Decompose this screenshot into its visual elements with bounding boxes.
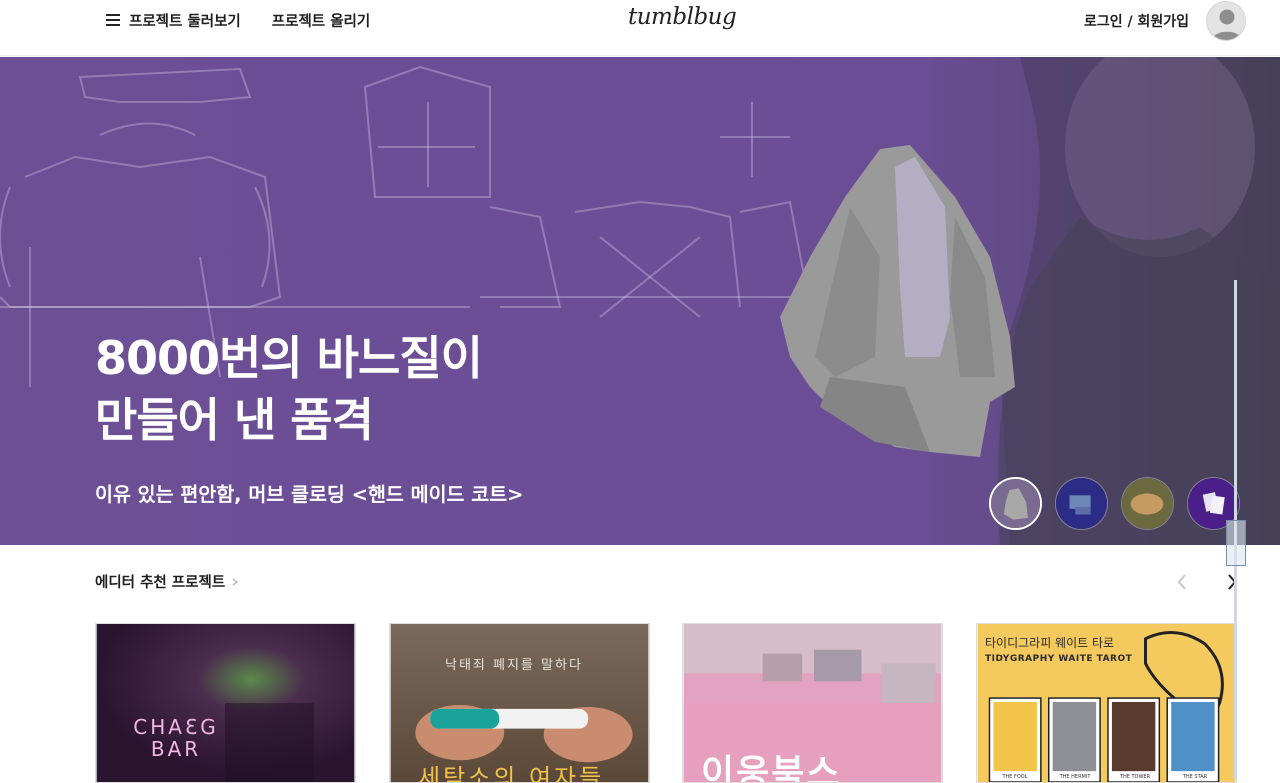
tarot-card-label: THE FOOL <box>1002 774 1028 780</box>
browse-projects-link[interactable]: 프로젝트 둘러보기 <box>129 10 241 31</box>
thumbnail-coat[interactable] <box>989 477 1042 530</box>
login-signup-link[interactable]: 로그인 / 회원가입 <box>1084 11 1189 31</box>
hero-subtitle[interactable]: 이유 있는 편안함, 머브 클로딩 <핸드 메이드 코트> <box>95 478 523 507</box>
project-card-chaeg-bar[interactable]: CHAƐG BAR <box>95 623 356 783</box>
card-title: 세탁소의 여자들 <box>418 764 605 783</box>
hero-title[interactable]: 8000번의 바느질이 만들어 낸 품격 <box>95 327 483 451</box>
card-subtitle: 낙태죄 폐지를 말하다 <box>445 658 583 673</box>
tarot-card-label: THE TOWER <box>1119 774 1151 780</box>
primary-nav: 프로젝트 둘러보기 프로젝트 올리기 <box>106 10 370 30</box>
tarot-card-label: THE STAR <box>1182 774 1208 780</box>
coat-image <box>780 145 1015 457</box>
tarot-card-label: THE HERMIT <box>1059 774 1091 780</box>
card-title-korean: 타이디그라피 웨이트 타로 <box>985 636 1115 650</box>
hero-thumbnails <box>989 477 1240 530</box>
project-card-laundry-women[interactable]: 낙태죄 폐지를 말하다 세탁소의 여자들 <box>389 623 650 783</box>
hero-banner[interactable]: 8000번의 바느질이 만들어 낸 품격 이유 있는 편안함, 머브 클로딩 <… <box>0 57 1280 545</box>
card-title: 이웅북스 <box>701 753 842 783</box>
sewing-pattern-illustration <box>0 57 1280 545</box>
hamburger-menu-icon[interactable] <box>106 14 120 26</box>
card-title: CHAƐG BAR <box>133 715 219 761</box>
carousel-next-button[interactable] <box>1224 572 1240 592</box>
chevron-left-icon <box>1177 574 1186 590</box>
editor-picks-title: 에디터 추천 프로젝트 <box>95 575 226 591</box>
scrollbar-thumb[interactable] <box>1226 520 1246 566</box>
project-card-iung-books[interactable]: 이웅북스 <box>682 623 943 783</box>
upload-project-link[interactable]: 프로젝트 올리기 <box>272 10 370 31</box>
editor-picks-heading[interactable]: 에디터 추천 프로젝트 <box>95 571 239 592</box>
user-avatar-icon[interactable] <box>1206 1 1246 41</box>
thumbnail-blue-objects[interactable] <box>1055 477 1108 530</box>
card-title-english: TIDYGRAPHY WAITE TAROT <box>985 654 1133 664</box>
site-header: 프로젝트 둘러보기 프로젝트 올리기 tumblbug 로그인 / 회원가입 <box>0 0 1280 56</box>
carousel-prev-button[interactable] <box>1174 572 1190 592</box>
logo[interactable]: tumblbug <box>628 4 737 30</box>
project-card-tidygraphy-tarot[interactable]: 타이디그라피 웨이트 타로 TIDYGRAPHY WAITE TAROT THE… <box>976 623 1237 783</box>
chevron-right-icon <box>232 577 239 586</box>
thumbnail-bread[interactable] <box>1121 477 1174 530</box>
